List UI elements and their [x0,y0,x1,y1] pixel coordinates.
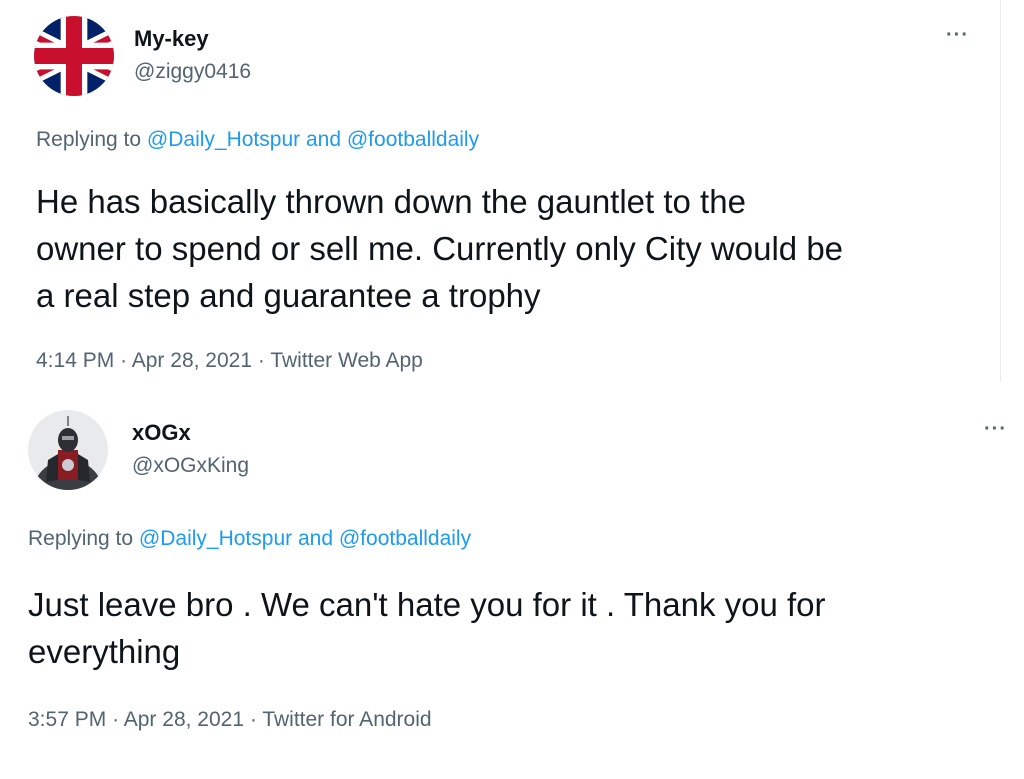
tweet-date[interactable]: Apr 28, 2021 [124,708,244,731]
tweet-date[interactable]: Apr 28, 2021 [132,349,252,372]
tweet-text-line: owner to spend or sell me. Currently onl… [36,230,844,267]
tweet-metadata: 3:57 PM · Apr 28, 2021 · Twitter for And… [28,708,432,732]
tweet-source: Twitter for Android [262,708,432,731]
meta-separator: · [257,349,265,372]
replying-and: and [305,128,342,151]
tweet-text-line: everything [28,633,181,670]
mention-link-footballdaily[interactable]: @footballdaily [339,527,471,550]
tweet-time[interactable]: 3:57 PM [28,708,106,731]
display-name[interactable]: My-key [134,26,209,52]
superhero-avatar-icon[interactable] [28,410,108,490]
mention-link-footballdaily[interactable]: @footballdaily [347,128,479,151]
replying-to-line: Replying to @Daily_Hotspur and @football… [28,527,471,551]
replying-to-line: Replying to @Daily_Hotspur and @football… [36,128,479,152]
more-options-icon[interactable]: ··· [946,24,969,47]
user-handle[interactable]: @ziggy0416 [134,60,251,84]
meta-separator: · [120,349,128,372]
tweet-text: He has basically thrown down the gauntle… [36,178,996,319]
tweet-time[interactable]: 4:14 PM [36,349,114,372]
replying-and: and [297,527,334,550]
mention-link-daily-hotspur[interactable]: @Daily_Hotspur [147,128,300,151]
tweet-text-line: Just leave bro . We can't hate you for i… [28,586,826,623]
tweet-metadata: 4:14 PM · Apr 28, 2021 · Twitter Web App [36,349,423,373]
tweet-text-line: a real step and guarantee a trophy [36,277,541,314]
tweet-text-line: He has basically thrown down the gauntle… [36,183,746,220]
replying-prefix: Replying to [28,527,134,550]
replying-prefix: Replying to [36,128,142,151]
display-name[interactable]: xOGx [132,420,191,446]
meta-separator: · [112,708,120,731]
mention-link-daily-hotspur[interactable]: @Daily_Hotspur [139,527,292,550]
tweet-text: Just leave bro . We can't hate you for i… [28,581,1008,675]
tweet-1[interactable]: My-key @ziggy0416 ··· Replying to @Daily… [0,0,1024,388]
more-options-icon[interactable]: ··· [984,418,1007,441]
user-handle[interactable]: @xOGxKing [132,454,249,478]
meta-separator: · [249,708,257,731]
union-jack-flag-icon[interactable] [34,16,114,96]
tweet-2[interactable]: xOGx @xOGxKing ··· Replying to @Daily_Ho… [0,388,1024,779]
tweet-source: Twitter Web App [270,349,423,372]
divider [1000,0,1001,382]
